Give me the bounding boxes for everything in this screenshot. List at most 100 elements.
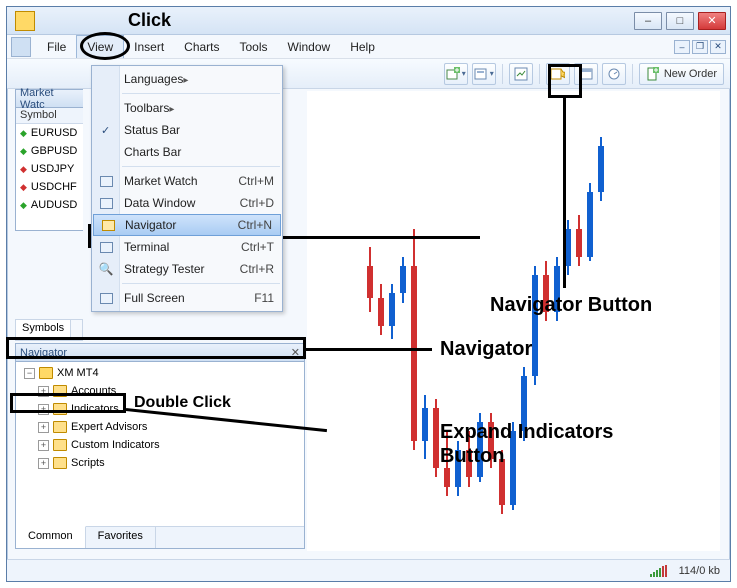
chart-area[interactable] xyxy=(307,91,720,551)
market-watch-panel: Market Watc Symbol EURUSDGBPUSDUSDJPYUSD… xyxy=(15,89,83,231)
folder-icon xyxy=(53,403,67,415)
navigator-panel: Navigator ✕ − XM MT4 +Accounts+Indicator… xyxy=(15,343,305,549)
menu-file[interactable]: File xyxy=(37,35,76,58)
menu-separator xyxy=(122,283,280,284)
navigator-header[interactable]: Navigator ✕ xyxy=(16,344,304,362)
tree-root[interactable]: − XM MT4 xyxy=(20,364,300,382)
terminal-button[interactable] xyxy=(574,63,598,85)
submenu-arrow-icon xyxy=(183,72,188,86)
tab-favorites[interactable]: Favorites xyxy=(86,527,156,548)
menu-status-bar[interactable]: Status Bar xyxy=(92,119,282,141)
menu-data-window-label: Data Window xyxy=(124,196,195,210)
folder-icon xyxy=(39,367,53,379)
expand-icon[interactable]: + xyxy=(38,386,49,397)
navigator-tabs: Common Favorites xyxy=(16,526,304,548)
view-dropdown: Languages Toolbars Status Bar Charts Bar… xyxy=(91,65,283,312)
symbol-label: EURUSD xyxy=(31,127,77,139)
new-order-label: New Order xyxy=(664,68,717,80)
menu-charts-bar-label: Charts Bar xyxy=(124,145,181,159)
plus-chart-icon xyxy=(446,67,460,81)
menu-full-screen[interactable]: Full ScreenF11 xyxy=(92,287,282,309)
tab-common[interactable]: Common xyxy=(16,526,86,548)
menu-toolbars-label: Toolbars xyxy=(124,101,169,115)
menu-navigator[interactable]: Navigator Ctrl+N xyxy=(93,214,281,236)
navigator-close-icon[interactable]: ✕ xyxy=(291,346,300,359)
folder-icon xyxy=(53,421,67,433)
navigator-title: Navigator xyxy=(20,347,67,359)
system-menu-icon[interactable] xyxy=(11,37,31,57)
annotation-arrow-1 xyxy=(280,236,480,239)
menu-strategy-tester-label: Strategy Tester xyxy=(124,262,204,276)
navigator-icon xyxy=(100,217,116,233)
mdi-restore[interactable]: ❐ xyxy=(692,40,708,54)
app-icon xyxy=(15,11,35,31)
maximize-button[interactable]: □ xyxy=(666,12,694,30)
statusbar: 114/0 kb xyxy=(7,559,730,581)
expand-icon[interactable]: + xyxy=(38,404,49,415)
mdi-close[interactable]: ✕ xyxy=(710,40,726,54)
submenu-arrow-icon xyxy=(169,101,174,115)
toolbar-separator xyxy=(632,64,633,84)
symbol-label: USDJPY xyxy=(31,163,74,175)
terminal-icon xyxy=(579,67,593,81)
menu-strategy-tester[interactable]: 🔍Strategy TesterCtrl+R xyxy=(92,258,282,280)
tester-icon xyxy=(607,67,621,81)
profiles-button[interactable] xyxy=(472,63,496,85)
menu-charts[interactable]: Charts xyxy=(174,35,229,58)
menu-terminal[interactable]: Terminal Ctrl+T xyxy=(92,236,282,258)
menu-full-screen-label: Full Screen xyxy=(124,291,185,305)
tree-item-label: Custom Indicators xyxy=(71,439,160,451)
menu-help[interactable]: Help xyxy=(340,35,385,58)
market-watch-row[interactable]: GBPUSD xyxy=(16,142,83,160)
toolbar-separator xyxy=(539,64,540,84)
folder-icon xyxy=(53,439,67,451)
new-chart-button[interactable] xyxy=(444,63,468,85)
menu-window[interactable]: Window xyxy=(278,35,341,58)
shortcut-label: Ctrl+N xyxy=(238,218,272,232)
profile-icon xyxy=(474,67,488,81)
menu-data-window[interactable]: Data Window Ctrl+D xyxy=(92,192,282,214)
market-watch-row[interactable]: USDCHF xyxy=(16,178,83,196)
navigator-tree: − XM MT4 +Accounts+Indicators+Expert Adv… xyxy=(16,362,304,476)
tree-item-expert-advisors[interactable]: +Expert Advisors xyxy=(20,418,300,436)
tree-item-scripts[interactable]: +Scripts xyxy=(20,454,300,472)
shortcut-label: Ctrl+T xyxy=(241,240,274,254)
menu-languages[interactable]: Languages xyxy=(92,68,282,90)
market-watch-row[interactable]: USDJPY xyxy=(16,160,83,178)
annotation-arrow-3 xyxy=(306,348,432,351)
collapse-icon[interactable]: − xyxy=(24,368,35,379)
menu-toolbars[interactable]: Toolbars xyxy=(92,97,282,119)
menu-market-watch-label: Market Watch xyxy=(124,174,198,188)
mdi-minimize[interactable]: – xyxy=(674,40,690,54)
menu-charts-bar[interactable]: Charts Bar xyxy=(92,141,282,163)
symbol-label: USDCHF xyxy=(31,181,77,193)
navigator-toolbar-button[interactable] xyxy=(546,63,570,85)
market-watch-row[interactable]: EURUSD xyxy=(16,124,83,142)
new-order-button[interactable]: New Order xyxy=(639,63,724,85)
shortcut-label: Ctrl+R xyxy=(240,262,274,276)
expand-icon[interactable]: + xyxy=(38,422,49,433)
market-watch-button[interactable] xyxy=(509,63,533,85)
strategy-tester-button[interactable] xyxy=(602,63,626,85)
market-watch-row[interactable]: AUDUSD xyxy=(16,196,83,214)
minimize-button[interactable]: – xyxy=(634,12,662,30)
menu-tools[interactable]: Tools xyxy=(230,35,278,58)
annotation-nav-button: Navigator Button xyxy=(490,294,652,317)
close-button[interactable]: ✕ xyxy=(698,12,726,30)
menu-terminal-label: Terminal xyxy=(124,240,169,254)
menu-insert[interactable]: Insert xyxy=(124,35,174,58)
tree-item-custom-indicators[interactable]: + Custom Indicators xyxy=(20,436,300,454)
annotation-click1: Click xyxy=(128,10,171,31)
expand-icon[interactable]: + xyxy=(38,440,49,451)
menu-navigator-label: Navigator xyxy=(125,218,176,232)
market-watch-header[interactable]: Market Watc xyxy=(16,90,83,108)
folder-icon xyxy=(53,385,67,397)
symbol-label: GBPUSD xyxy=(31,145,77,157)
annotation-expand-indicators: Expand Indicators Button xyxy=(440,420,613,468)
market-watch-icon xyxy=(514,67,528,81)
tree-item-label: Indicators xyxy=(71,403,119,415)
shortcut-label: Ctrl+D xyxy=(240,196,274,210)
menu-market-watch[interactable]: Market WatchCtrl+M xyxy=(92,170,282,192)
expand-icon[interactable]: + xyxy=(38,458,49,469)
tab-symbols[interactable]: Symbols xyxy=(16,320,71,340)
